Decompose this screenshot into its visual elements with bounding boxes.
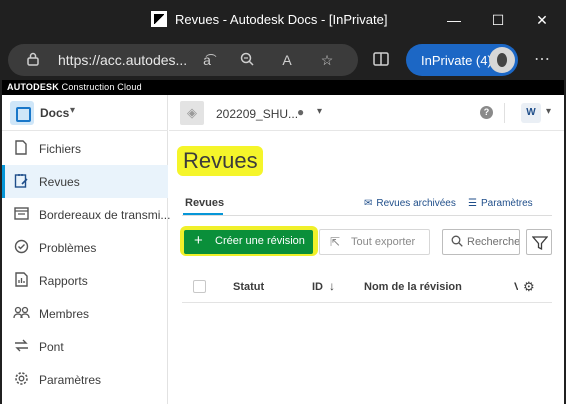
sidebar-item-membres[interactable]: Membres [2,297,168,330]
globe-icon: ● [297,105,305,119]
close-button[interactable]: ✕ [532,10,552,30]
column-status[interactable]: Statut [233,281,264,293]
sidebar-item-bordereaux[interactable]: Bordereaux de transmi... [2,198,171,231]
page-title: Revues [183,148,258,173]
search-input[interactable] [467,234,519,250]
sidebar-item-label: Bordereaux de transmi... [39,208,171,222]
sidebar-item-label: Membres [39,307,90,321]
address-bar[interactable]: https://acc.autodes... a͡ A ☆ [8,44,358,76]
filter-icon [532,236,548,251]
sidebar-item-revues[interactable]: Revues [2,165,168,198]
inprivate-label: InPrivate (4) [421,53,492,68]
chevron-down-icon[interactable]: ▾ [546,106,551,117]
favorite-star-icon[interactable]: ☆ [318,52,336,68]
url-text: https://acc.autodes... [58,52,188,68]
tab-revues[interactable]: Revues [182,197,224,215]
column-settings-gear-icon[interactable]: ⚙ [523,279,535,295]
app-switcher[interactable]: Docs ▾ [2,95,168,131]
sidebar-item-label: Problèmes [39,241,97,255]
file-icon [12,140,30,158]
app-name: Docs [40,106,70,120]
transmittal-icon [12,206,30,224]
main-content: Revues Revues ✉ Revues archivées ☰ Paramèt… [169,132,564,404]
export-icon: ⇱ [330,235,341,249]
sidebar-item-fichiers[interactable]: Fichiers [2,132,168,165]
create-review-button[interactable]: + Créer une révision [184,230,313,254]
web-page: AUTODESK Construction Cloud Docs ▾ Fichi… [2,80,564,404]
export-label: Tout exporter [351,236,416,248]
issues-icon [12,239,30,257]
create-review-label: Créer une révision [215,235,305,247]
settings-icon [12,371,30,389]
maximize-button[interactable]: ☐ [488,10,508,30]
export-all-button[interactable]: ⇱ Tout exporter [319,229,430,255]
reports-icon [12,272,30,290]
user-avatar[interactable]: W [521,103,541,123]
settings-link[interactable]: ☰ Paramètres [468,198,533,209]
minimize-button[interactable]: — [444,10,464,30]
archived-reviews-link[interactable]: ✉ Revues archivées [364,198,456,209]
docs-app-icon [10,101,34,125]
sidebar-item-label: Paramètres [39,373,102,387]
sidebar-item-label: Fichiers [39,142,82,156]
sliders-icon: ☰ [468,198,477,209]
search-field[interactable] [442,229,520,255]
sidebar-item-parametres[interactable]: Paramètres [2,363,168,396]
divider [504,103,505,123]
column-review-name[interactable]: Nom de la révision [364,281,462,293]
sort-arrow-icon[interactable]: ↓ [329,279,335,293]
autodesk-logo-icon [151,11,167,27]
browser-toolbar: https://acc.autodes... a͡ A ☆ InPrivate … [0,40,566,80]
plus-icon: + [194,232,203,249]
sidebar: Docs ▾ Fichiers Revues Bordereaux de tra… [2,95,171,404]
sidebar-item-label: Revues [39,175,80,189]
read-aloud-icon[interactable]: a͡ [198,52,216,68]
sidebar-item-problemes[interactable]: Problèmes [2,231,168,264]
sidebar-item-label: Pont [39,340,64,354]
column-truncated[interactable]: V [514,281,518,293]
autodesk-brand: AUTODESK Construction Cloud [7,82,142,92]
table-header: Statut ID ↓ Nom de la révision V ⚙ [182,271,552,303]
chevron-down-icon[interactable]: ▾ [317,106,322,117]
filter-button[interactable] [526,229,552,255]
help-icon[interactable]: ? [480,106,493,119]
sidebar-item-rapports[interactable]: Rapports [2,264,168,297]
autodesk-header-bar: AUTODESK Construction Cloud [2,80,564,95]
search-icon [451,235,463,250]
split-screen-icon[interactable] [372,52,390,68]
members-icon [12,305,30,323]
tab-title: Revues - Autodesk Docs - [InPrivate] [175,12,388,27]
chevron-down-icon: ▾ [70,105,76,116]
profile-avatar [489,47,515,73]
sidebar-item-label: Rapports [39,274,88,288]
project-header: ◈ 202209_SHU... ● ▾ ? W ▾ [169,95,564,131]
project-thumbnail-icon: ◈ [180,101,204,125]
lock-icon[interactable] [24,52,42,68]
bridge-icon [12,338,30,356]
archive-icon: ✉ [364,198,373,209]
column-id[interactable]: ID [312,281,323,293]
sidebar-item-pont[interactable]: Pont [2,330,168,363]
project-selector[interactable]: 202209_SHU... [216,107,298,121]
review-icon [12,173,30,191]
browser-title-bar: Revues - Autodesk Docs - [InPrivate] — ☐… [0,0,566,40]
more-menu-button[interactable]: ⋯ [533,52,551,68]
tabs-row: Revues ✉ Revues archivées ☰ Paramètres [182,194,552,216]
zoom-icon[interactable] [238,52,256,68]
select-all-checkbox[interactable] [193,280,206,293]
inprivate-button[interactable]: InPrivate (4) [406,44,518,76]
text-size-icon[interactable]: A [278,52,296,68]
